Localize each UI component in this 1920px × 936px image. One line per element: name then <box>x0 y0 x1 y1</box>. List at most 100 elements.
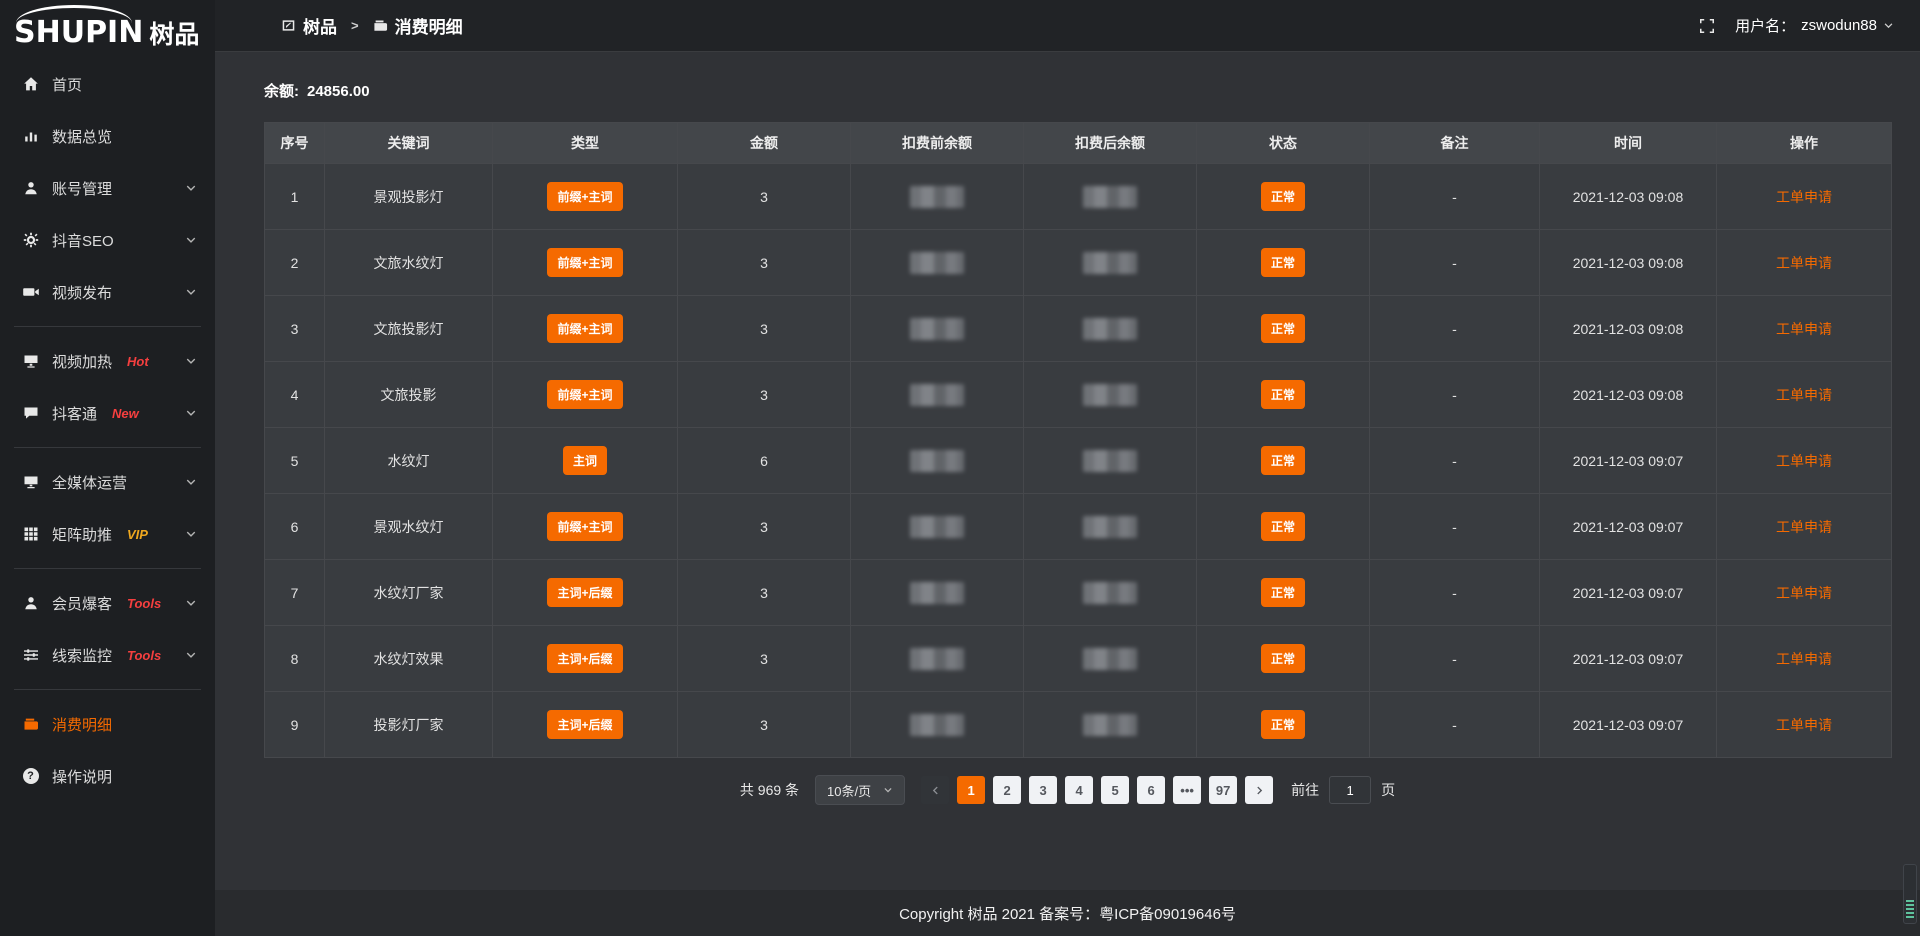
work-order-link[interactable]: 工单申请 <box>1776 583 1832 603</box>
cell-status: 正常 <box>1197 295 1370 361</box>
type-badge: 前缀+主词 <box>547 512 622 541</box>
cell-amount: 3 <box>678 163 851 229</box>
cell-keyword: 景观水纹灯 <box>325 493 493 559</box>
work-order-link[interactable]: 工单申请 <box>1776 517 1832 537</box>
cell-action: 工单申请 <box>1717 625 1891 691</box>
cell-index: 5 <box>265 427 325 493</box>
cell-type: 前缀+主词 <box>493 493 678 559</box>
status-badge: 正常 <box>1261 446 1305 475</box>
floating-contact-widget[interactable] <box>1903 864 1917 924</box>
cell-type: 主词 <box>493 427 678 493</box>
work-order-link[interactable]: 工单申请 <box>1776 385 1832 405</box>
cell-keyword: 文旅投影灯 <box>325 295 493 361</box>
sidebar-menu: 首页数据总览账号管理抖音SEO 视频发布视频加热Hot抖客通New 全媒体运营矩阵助… <box>0 58 215 802</box>
chevron-down-icon <box>185 182 197 194</box>
sidebar-item-label: 视频加热 <box>52 351 112 372</box>
sidebar-item-media-operation[interactable]: 全媒体运营 <box>0 456 215 508</box>
chevron-down-icon <box>185 528 197 540</box>
status-badge: 正常 <box>1261 248 1305 277</box>
goto-page-input[interactable] <box>1329 776 1371 804</box>
masked-balance-value <box>910 252 964 274</box>
cell-index: 4 <box>265 361 325 427</box>
cell-keyword: 文旅水纹灯 <box>325 229 493 295</box>
page-size-select[interactable]: 10条/页 <box>815 775 905 805</box>
balance: 余额:24856.00 <box>264 80 1920 101</box>
page-button-97[interactable]: 97 <box>1209 776 1237 804</box>
cell-status: 正常 <box>1197 625 1370 691</box>
fullscreen-icon[interactable] <box>1699 18 1715 34</box>
status-badge: 正常 <box>1261 512 1305 541</box>
sidebar-item-instructions[interactable]: ?操作说明 <box>0 750 215 802</box>
cell-remark: - <box>1370 361 1540 427</box>
page-button-6[interactable]: 6 <box>1137 776 1165 804</box>
cell-remark: - <box>1370 691 1540 757</box>
sidebar-item-douyin-seo[interactable]: 抖音SEO <box>0 214 215 266</box>
home-icon <box>22 76 39 93</box>
cell-action: 工单申请 <box>1717 691 1891 757</box>
sidebar-item-account-manage[interactable]: 账号管理 <box>0 162 215 214</box>
cell-action: 工单申请 <box>1717 559 1891 625</box>
page-button-1[interactable]: 1 <box>957 776 985 804</box>
page-button-4[interactable]: 4 <box>1065 776 1093 804</box>
column-header-remark: 备注 <box>1370 123 1540 163</box>
cell-amount: 3 <box>678 361 851 427</box>
user-menu[interactable]: 用户名：zswodun88 <box>1735 15 1894 36</box>
sidebar-item-label: 抖音SEO <box>52 230 114 251</box>
next-page-button[interactable] <box>1245 776 1273 804</box>
cell-status: 正常 <box>1197 229 1370 295</box>
work-order-link[interactable]: 工单申请 <box>1776 451 1832 471</box>
work-order-link[interactable]: 工单申请 <box>1776 187 1832 207</box>
sidebar-item-data-overview[interactable]: 数据总览 <box>0 110 215 162</box>
top-bar: 树品>消费明细 用户名：zswodun88 <box>215 0 1920 52</box>
cell-index: 1 <box>265 163 325 229</box>
page-button-5[interactable]: 5 <box>1101 776 1129 804</box>
cell-action: 工单申请 <box>1717 493 1891 559</box>
sidebar-item-clue-monitor[interactable]: 线索监控Tools <box>0 629 215 681</box>
cell-balance_after <box>1024 163 1197 229</box>
type-badge: 主词+后缀 <box>547 578 622 607</box>
page-ellipsis-button[interactable]: ••• <box>1173 776 1201 804</box>
cell-type: 主词+后缀 <box>493 559 678 625</box>
cell-remark: - <box>1370 295 1540 361</box>
masked-balance-value <box>1083 318 1137 340</box>
page-button-2[interactable]: 2 <box>993 776 1021 804</box>
sidebar-item-douketong[interactable]: 抖客通New <box>0 387 215 439</box>
breadcrumb-item-1[interactable]: 树品 <box>281 13 337 38</box>
widget-line <box>1906 900 1914 902</box>
cell-time: 2021-12-03 09:07 <box>1540 427 1717 493</box>
breadcrumb-item-2[interactable]: 消费明细 <box>373 13 463 38</box>
cell-remark: - <box>1370 493 1540 559</box>
cell-action: 工单申请 <box>1717 229 1891 295</box>
cell-keyword: 水纹灯 <box>325 427 493 493</box>
cell-amount: 3 <box>678 229 851 295</box>
sidebar-divider <box>14 689 201 690</box>
balance-value: 24856.00 <box>307 83 370 100</box>
column-header-status: 状态 <box>1197 123 1370 163</box>
cell-action: 工单申请 <box>1717 427 1891 493</box>
masked-balance-value <box>1083 648 1137 670</box>
widget-line <box>1906 908 1914 910</box>
sidebar-item-member-burst[interactable]: 会员爆客Tools <box>0 577 215 629</box>
table-row: 4文旅投影前缀+主词3正常-2021-12-03 09:08工单申请 <box>265 361 1891 427</box>
work-order-link[interactable]: 工单申请 <box>1776 319 1832 339</box>
masked-balance-value <box>910 648 964 670</box>
cell-type: 前缀+主词 <box>493 295 678 361</box>
chart-icon <box>22 128 39 145</box>
sidebar-item-video-heat[interactable]: 视频加热Hot <box>0 335 215 387</box>
sidebar-item-consumption-detail[interactable]: 消费明细 <box>0 698 215 750</box>
cell-balance_after <box>1024 625 1197 691</box>
sidebar-item-video-publish[interactable]: 视频发布 <box>0 266 215 318</box>
masked-balance-value <box>910 450 964 472</box>
page-button-3[interactable]: 3 <box>1029 776 1057 804</box>
screen-icon <box>22 353 39 370</box>
brand-logo: SHUPIN 树品 <box>0 0 215 52</box>
chevron-down-icon <box>1883 20 1894 31</box>
work-order-link[interactable]: 工单申请 <box>1776 253 1832 273</box>
cell-keyword: 投影灯厂家 <box>325 691 493 757</box>
prev-page-button[interactable] <box>921 776 949 804</box>
sidebar-item-home[interactable]: 首页 <box>0 58 215 110</box>
work-order-link[interactable]: 工单申请 <box>1776 715 1832 735</box>
sidebar-item-matrix-boost[interactable]: 矩阵助推VIP <box>0 508 215 560</box>
work-order-link[interactable]: 工单申请 <box>1776 649 1832 669</box>
widget-line <box>1906 916 1914 918</box>
